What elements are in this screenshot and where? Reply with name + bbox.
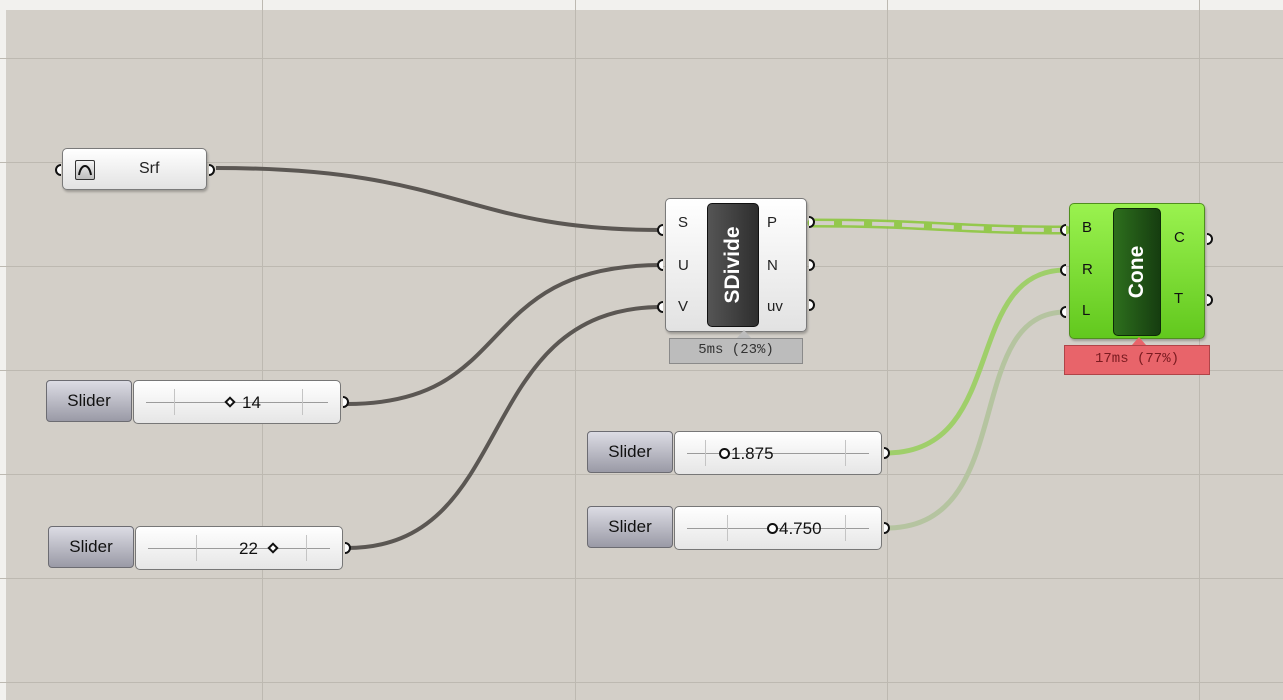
cone-name-bar: Cone <box>1113 208 1161 336</box>
slider-track[interactable]: 14 <box>133 380 341 424</box>
output-label-c: C <box>1174 229 1185 246</box>
input-label-s: S <box>678 214 689 231</box>
wire-slider14-to-u[interactable] <box>346 263 663 406</box>
slider-knob[interactable] <box>224 396 236 408</box>
slider-tick <box>174 389 175 415</box>
wire-srf-to-s[interactable] <box>215 166 663 232</box>
output-label-uv: uv <box>767 298 783 315</box>
sdivide-timing: 5ms (23%) <box>669 338 803 364</box>
slider-rail <box>687 453 869 454</box>
slider-tick <box>306 535 307 561</box>
input-label-u: U <box>678 257 689 274</box>
slider-name[interactable]: Slider <box>46 380 132 422</box>
input-label-r: R <box>1082 261 1093 278</box>
slider-1875[interactable]: Slider 1.875 <box>587 431 892 477</box>
wire-slider4750-to-l[interactable] <box>885 309 1067 531</box>
slider-name[interactable]: Slider <box>587 431 673 473</box>
slider-rail <box>687 528 869 529</box>
slider-tick <box>196 535 197 561</box>
timing-pointer <box>737 330 751 338</box>
slider-track[interactable]: 22 <box>135 526 343 570</box>
slider-track[interactable]: 1.875 <box>674 431 882 475</box>
slider-tick <box>845 515 846 541</box>
slider-tick <box>845 440 846 466</box>
slider-tick <box>727 515 728 541</box>
slider-value: 14 <box>242 393 261 412</box>
output-label-t: T <box>1174 290 1184 307</box>
slider-14[interactable]: Slider 14 <box>46 380 351 426</box>
cone-body[interactable]: B R L Cone C T <box>1069 203 1205 339</box>
sdivide-component[interactable]: S U V SDivide P N uv 5ms (23%) <box>657 198 817 368</box>
surface-param-body[interactable]: Srf <box>62 148 207 190</box>
output-label-n: N <box>767 257 778 274</box>
surface-param[interactable]: Srf <box>55 148 215 192</box>
input-label-v: V <box>678 298 689 315</box>
cone-component[interactable]: B R L Cone C T 17ms (77%) <box>1060 203 1215 378</box>
slider-tick <box>302 389 303 415</box>
slider-22[interactable]: Slider 22 <box>48 526 353 572</box>
slider-value: 4.750 <box>779 519 822 538</box>
cone-timing: 17ms (77%) <box>1064 345 1210 375</box>
slider-knob[interactable] <box>267 542 279 554</box>
sdivide-name: SDivide <box>721 226 744 304</box>
timing-pointer <box>1132 337 1146 345</box>
slider-knob[interactable] <box>767 523 778 534</box>
input-label-l: L <box>1082 302 1091 319</box>
slider-name[interactable]: Slider <box>587 506 673 548</box>
grasshopper-canvas[interactable]: Srf S U V SDivide P N uv 5ms (23%) B R L… <box>0 0 1283 700</box>
slider-value: 22 <box>239 539 258 558</box>
slider-value: 1.875 <box>731 444 774 463</box>
slider-name[interactable]: Slider <box>48 526 134 568</box>
sdivide-name-bar: SDivide <box>707 203 759 327</box>
surface-param-label: Srf <box>139 160 160 177</box>
wire-slider1875-to-r[interactable] <box>885 267 1067 456</box>
sdivide-body[interactable]: S U V SDivide P N uv <box>665 198 807 332</box>
surface-icon <box>75 160 95 180</box>
slider-tick <box>705 440 706 466</box>
slider-knob[interactable] <box>719 448 730 459</box>
slider-4750[interactable]: Slider 4.750 <box>587 506 892 552</box>
input-label-b: B <box>1082 219 1093 236</box>
cone-name: Cone <box>1125 245 1148 299</box>
slider-track[interactable]: 4.750 <box>674 506 882 550</box>
output-label-p: P <box>767 214 778 231</box>
